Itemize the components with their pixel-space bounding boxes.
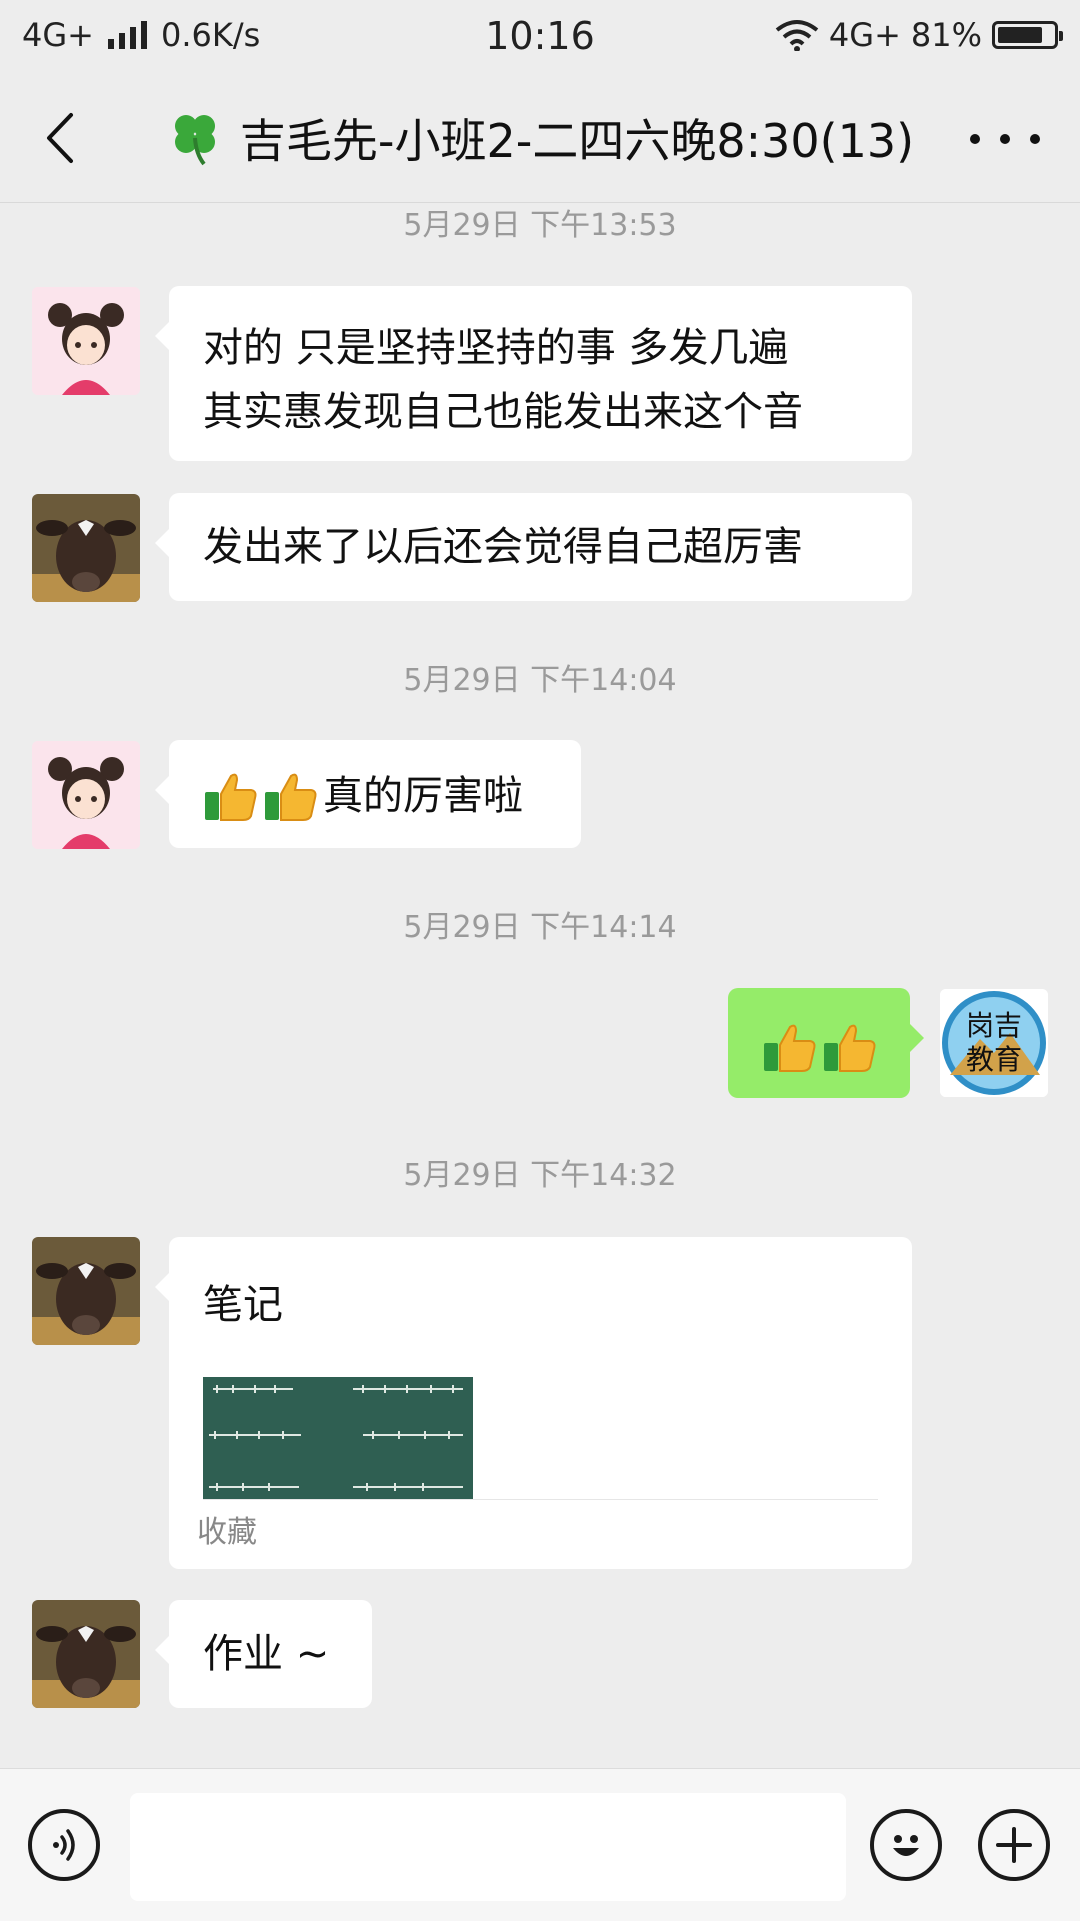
calf-avatar-icon [32,1600,140,1708]
plus-icon [996,1827,1032,1863]
blackboard-image-icon [203,1377,473,1499]
girl-avatar-icon [32,287,140,395]
battery-percent: 81% [910,16,982,54]
plus-button[interactable] [978,1809,1050,1881]
card-divider [203,1499,878,1500]
girl-avatar-icon [32,741,140,849]
message-text: 作业 ~ [203,1631,330,1677]
avatar[interactable] [32,494,140,602]
timestamp: 5月29日 下午14:14 [403,910,677,945]
thumbs-up-icon [762,1019,818,1075]
avatar-text: 教育 [966,1043,1022,1076]
message-bubble-outgoing[interactable] [728,988,924,1098]
battery-icon [992,21,1063,49]
dot-icon [1000,134,1010,144]
thumbs-up-icon [822,1019,878,1075]
timestamp: 5月29日 下午14:32 [403,1158,677,1193]
more-options-button[interactable] [970,119,1040,159]
calf-avatar-icon [32,1237,140,1345]
dot-icon [970,134,980,144]
voice-button[interactable] [28,1809,100,1881]
status-right: 4G+ 81% [775,16,1063,54]
message-bubble[interactable]: 真的厉害啦 [155,740,581,848]
thumbs-up-icon [263,768,319,824]
dot-icon [1030,134,1040,144]
card-title: 笔记 [203,1282,283,1328]
timestamp: 5月29日 下午13:53 [403,208,677,243]
calf-avatar-icon [32,494,140,602]
status-bar: 4G+ 0.6K/s 10:16 4G+ 81% [0,0,1080,75]
chat-header: 吉毛先-小班2-二四六晚8:30(13) [0,75,1080,203]
avatar-text: 岗吉 [966,1009,1022,1042]
message-line: 其实惠发现自己也能发出来这个音 [203,389,803,435]
avatar-self[interactable]: 岗吉 教育 [940,989,1048,1097]
four-leaf-clover-icon [174,115,215,166]
message-input[interactable] [130,1793,846,1901]
message-text: 发出来了以后还会觉得自己超厉害 [203,524,803,570]
message-line: 对的 只是坚持坚持的事 多发几遍 [203,325,789,371]
favorite-card[interactable]: 笔记 收藏 [155,1237,912,1569]
chat-title: 吉毛先-小班2-二四六晚8:30(13) [239,114,915,168]
input-bar [0,1768,1080,1921]
message-bubble[interactable]: 对的 只是坚持坚持的事 多发几遍 其实惠发现自己也能发出来这个音 [155,286,912,461]
thumbs-up-icon [203,768,259,824]
card-source: 收藏 [197,1515,257,1550]
avatar[interactable] [32,741,140,849]
tibetan-script-thumbnail [203,1377,473,1499]
message-text: 真的厉害啦 [323,773,523,819]
voice-icon [53,1829,75,1861]
network-type-right: 4G+ [828,16,901,54]
gangji-logo-icon: 岗吉 教育 [940,989,1048,1097]
message-bubble[interactable]: 作业 ~ [155,1600,372,1708]
timestamp: 5月29日 下午14:04 [403,663,677,698]
title-group: 吉毛先-小班2-二四六晚8:30(13) [0,105,1080,171]
message-bubble[interactable]: 发出来了以后还会觉得自己超厉害 [155,493,912,601]
avatar[interactable] [32,1237,140,1345]
emoji-button[interactable] [870,1809,942,1881]
avatar[interactable] [32,1600,140,1708]
wifi-icon [775,20,819,51]
avatar[interactable] [32,287,140,395]
emoji-icon [893,1835,919,1856]
battery-fill [998,27,1042,43]
